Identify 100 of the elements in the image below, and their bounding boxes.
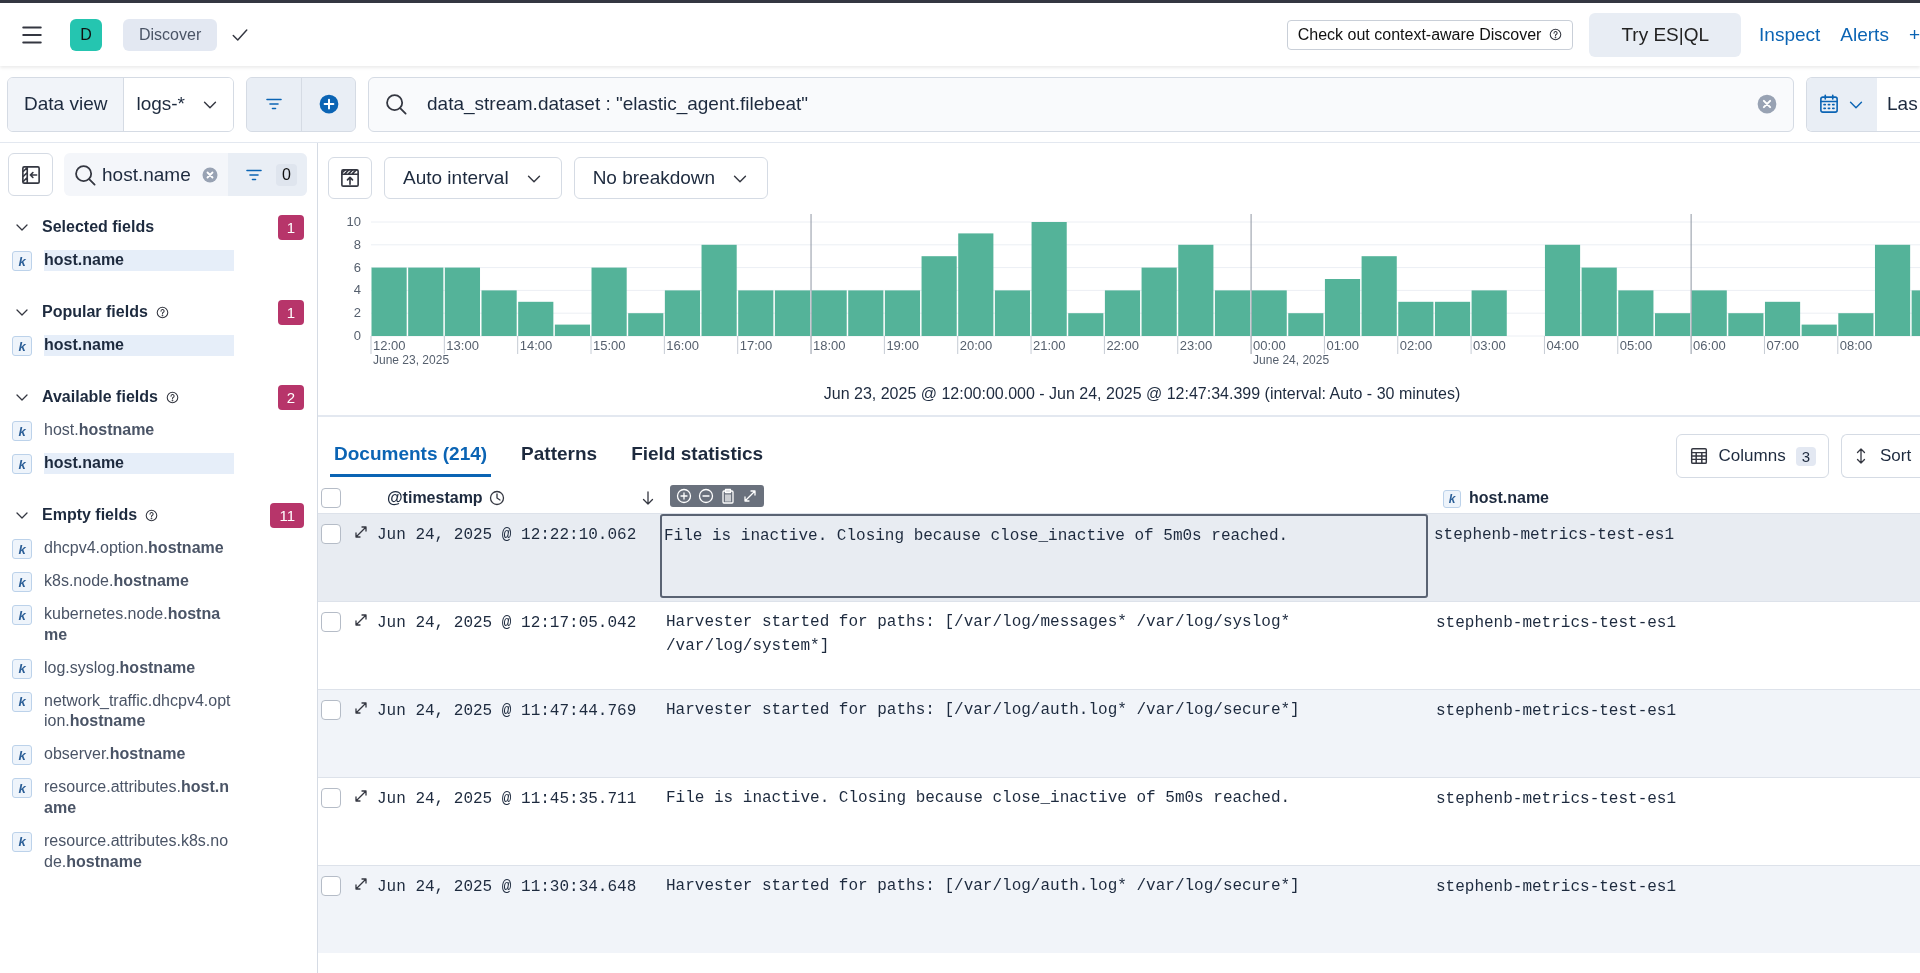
field-count-badge: 1	[277, 299, 304, 325]
plus-circle-icon	[318, 94, 339, 114]
section-title[interactable]: Popular fields	[42, 303, 148, 321]
row-checkbox[interactable]	[321, 612, 341, 632]
axis-label: 23:00	[1179, 338, 1213, 353]
axis-label: 06:00	[1693, 338, 1726, 353]
section-title[interactable]: Available fields	[42, 388, 158, 406]
axis-label: 04:00	[1546, 338, 1579, 353]
field-name[interactable]: dhcpv4.option.hostname	[44, 538, 234, 559]
add-filter-button[interactable]	[301, 77, 355, 131]
field-search-input[interactable]: host.name	[102, 163, 196, 186]
keyword-token-icon: k	[12, 454, 32, 474]
breakdown-select[interactable]: No breakdown	[573, 157, 769, 199]
histogram-bar	[774, 290, 811, 336]
column-count: 3	[1795, 446, 1816, 466]
timestamp-cell-text: Jun 24, 2025 @ 11:47:44.769	[377, 701, 638, 720]
user-avatar[interactable]: D	[70, 18, 102, 51]
axis-label: 19:00	[886, 338, 919, 353]
histogram-bar	[811, 290, 847, 336]
section-title[interactable]: Empty fields	[42, 506, 138, 524]
keyword-token-icon: k	[12, 572, 32, 592]
sort-button[interactable]: Sort	[1841, 434, 1920, 478]
section-title[interactable]: Selected fields	[42, 218, 155, 236]
context-aware-discover-button[interactable]: Check out context-aware Discover	[1286, 19, 1574, 50]
header-link[interactable]: Alerts	[1838, 17, 1891, 52]
keyword-token-icon: k	[12, 691, 32, 712]
host-cell-text: stephenb-metrics-test-es1	[1433, 525, 1675, 544]
row-checkbox[interactable]	[321, 524, 341, 544]
field-name[interactable]: resource.attributes.k8s.node.hostname	[44, 830, 234, 873]
columns-button[interactable]: Columns 3	[1675, 434, 1829, 478]
query-input[interactable]: data_stream.dataset : "elastic_agent.filebeat"	[425, 92, 1739, 116]
message-cell: File is inactive. Closing because close_inactive of 5m0s reached.	[660, 514, 1428, 598]
keyword-token-icon: k	[12, 421, 32, 441]
field-name[interactable]: resource.attributes.host.name	[44, 777, 234, 819]
clock-icon	[488, 490, 505, 506]
row-checkbox[interactable]	[321, 788, 341, 808]
keyword-token-icon: k	[1443, 489, 1461, 508]
keyword-token-icon: k	[12, 778, 32, 799]
host-cell-text: stephenb-metrics-test-es1	[1435, 789, 1677, 808]
filter-icon	[246, 168, 263, 181]
row-checkbox[interactable]	[321, 876, 341, 896]
host-cell-text: stephenb-metrics-test-es1	[1435, 613, 1677, 632]
keyword-token-icon: k	[12, 605, 32, 625]
interval-select[interactable]: Auto interval	[384, 157, 562, 199]
axis-label: 12:00	[373, 338, 406, 353]
axis-label: 03:00	[1473, 338, 1506, 353]
field-name[interactable]: host.hostname	[44, 420, 234, 441]
breadcrumb[interactable]: Discover	[123, 18, 218, 51]
field-name[interactable]: kubernetes.node.hostname	[44, 604, 234, 646]
view-tab[interactable]: Patterns	[517, 435, 602, 477]
try-esql-button[interactable]: Try ES|QL	[1589, 12, 1742, 57]
field-name[interactable]: k8s.node.hostname	[44, 571, 234, 592]
axis-label: 00:00	[1253, 338, 1286, 353]
timestamp-cell-text: Jun 24, 2025 @ 11:45:35.711	[377, 789, 638, 808]
field-name[interactable]: log.syslog.hostname	[44, 657, 234, 679]
view-tab[interactable]: Field statistics	[627, 435, 768, 477]
timestamp-cell-text: Jun 24, 2025 @ 11:30:34.648	[377, 877, 638, 896]
axis-label: 22:00	[1106, 338, 1139, 353]
timestamp-cell-text: Jun 24, 2025 @ 12:22:10.062	[377, 525, 638, 544]
histogram-bar	[371, 267, 407, 336]
histogram-bar	[408, 267, 444, 336]
view-tab[interactable]: Documents (214)	[330, 435, 492, 477]
axis-label: 08:00	[1839, 338, 1873, 353]
keyword-token-icon: k	[12, 658, 32, 679]
panel-toggle-icon	[340, 168, 360, 188]
column-header[interactable]: @timestamp	[387, 489, 483, 507]
axis-label: 17:00	[739, 338, 773, 353]
header-link[interactable]: Inspect	[1757, 17, 1823, 52]
time-range-caption: Jun 23, 2025 @ 12:00:00.000 - Jun 24, 2025 @ 12:47:34.399 (interval: Auto - 30 minutes)	[822, 385, 1462, 404]
field-count-badge: 11	[270, 502, 304, 528]
field-name[interactable]: host.name	[44, 453, 234, 474]
filter-count: 0	[276, 163, 297, 186]
collapse-sidebar-button[interactable]	[8, 153, 53, 196]
date-label: June 24, 2025	[1253, 353, 1330, 367]
add-link[interactable]: +	[1906, 17, 1920, 52]
query-field[interactable]: data_stream.dataset : "elastic_agent.filebeat"	[368, 76, 1794, 132]
axis-label: 15:00	[593, 338, 626, 353]
axis-label: 4	[353, 282, 361, 298]
clear-icon	[1757, 94, 1777, 114]
host-cell-text: stephenb-metrics-test-es1	[1435, 701, 1677, 720]
field-name[interactable]: observer.hostname	[44, 744, 234, 765]
field-filter-button[interactable]: 0	[228, 153, 307, 196]
row-checkbox[interactable]	[321, 700, 341, 720]
axis-label: 8	[353, 236, 361, 252]
select-all-checkbox[interactable]	[321, 488, 341, 508]
date-picker-button[interactable]	[1807, 77, 1877, 131]
filter-icon	[266, 98, 282, 110]
toggle-chart-button[interactable]	[328, 157, 372, 199]
field-name[interactable]: network_traffic.dhcpv4.option.hostname	[44, 690, 234, 733]
column-header[interactable]: host.name	[1469, 489, 1549, 507]
sort-arrows-icon	[1854, 447, 1868, 465]
keyword-token-icon: k	[12, 251, 32, 271]
timestamp-cell-text: Jun 24, 2025 @ 12:17:05.042	[377, 613, 638, 632]
field-count-badge: 1	[277, 214, 304, 240]
field-name[interactable]: host.name	[44, 335, 234, 356]
keyword-token-icon: k	[12, 336, 32, 356]
axis-label: 13:00	[446, 338, 479, 353]
keyword-token-icon: k	[12, 745, 32, 766]
field-name[interactable]: host.name	[44, 250, 234, 271]
field-search[interactable]: host.name 0	[64, 153, 307, 196]
